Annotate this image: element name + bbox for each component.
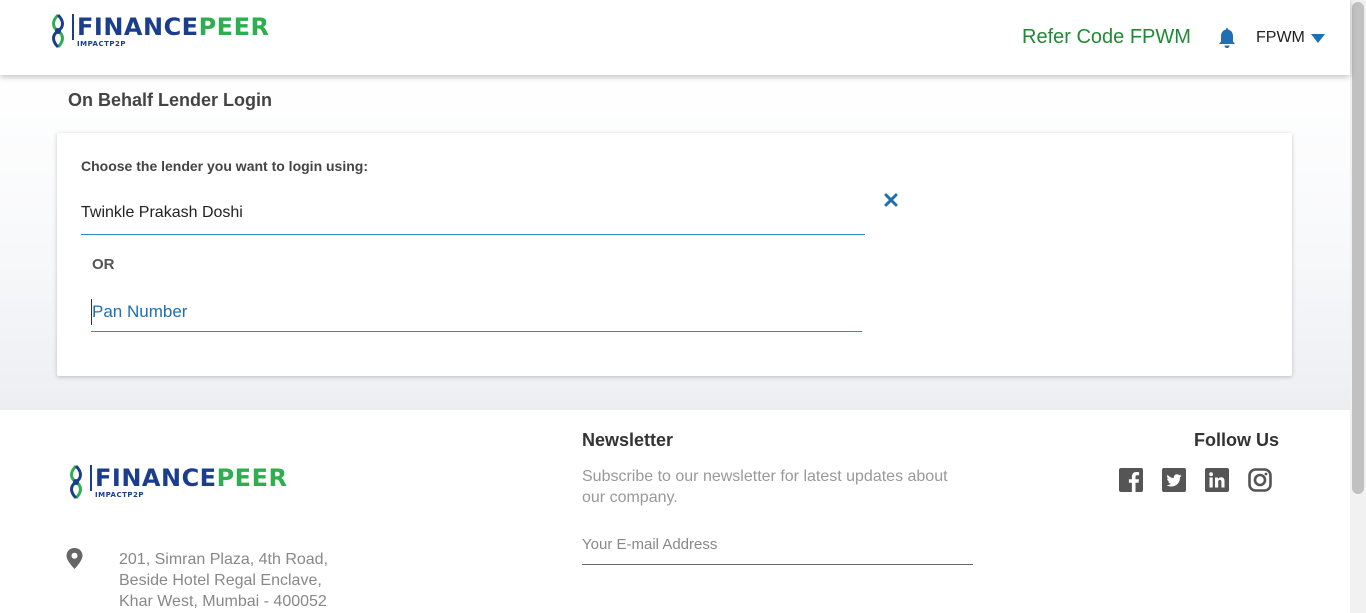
scrollbar-thumb[interactable] [1352,2,1364,494]
footer-logo-text: FINANCEPEER IMPACTP2P [90,465,287,499]
lender-login-card: Choose the lender you want to login usin… [57,133,1292,376]
twitter-icon[interactable] [1162,468,1186,492]
newsletter-title: Newsletter [582,430,674,450]
financepeer-logo[interactable]: FINANCEPEER IMPACTP2P [48,13,269,49]
address-line: Khar West, Mumbai - 400052 [119,593,327,610]
logo-subtitle: IMPACTP2P [77,40,127,48]
logo-word-peer: PEER [198,13,270,41]
footer-logo-subtitle: IMPACTP2P [95,491,145,499]
address-line: 201, Simran Plaza, 4th Road, [119,551,329,568]
user-menu-name[interactable]: FPWM [1256,29,1305,47]
address-line: Beside Hotel Regal Enclave, [119,572,322,589]
pan-number-field[interactable] [91,293,862,332]
top-header: FINANCEPEER IMPACTP2P Refer Code FPWM FP… [0,0,1350,75]
logo-wordmark: FINANCEPEER [72,14,269,40]
lender-select-field[interactable]: Twinkle Prakash Doshi [81,193,865,235]
logo-text: FINANCEPEER IMPACTP2P [72,14,269,48]
close-icon[interactable] [884,193,898,207]
logo-mark-icon [70,464,82,500]
follow-us-title: Follow Us [1194,430,1279,450]
footer-logo-wordmark: FINANCEPEER [90,465,287,491]
or-divider-label: OR [92,256,115,273]
logo-mark-icon [52,13,64,49]
lender-selected-value[interactable]: Twinkle Prakash Doshi [81,204,243,222]
refer-code[interactable]: Refer Code FPWM [1022,26,1191,49]
pan-number-input[interactable] [91,299,862,325]
linkedin-icon[interactable] [1205,468,1229,492]
footer: FINANCEPEER IMPACTP2P 201, Simran Plaza,… [0,410,1350,613]
page-scrollbar[interactable] [1350,0,1366,613]
company-address: 201, Simran Plaza, 4th Road, Beside Hote… [119,549,328,612]
footer-logo-word-finance: FINANCE [95,464,217,492]
choose-lender-label: Choose the lender you want to login usin… [81,158,368,174]
page: FINANCEPEER IMPACTP2P Refer Code FPWM FP… [0,0,1366,613]
facebook-icon[interactable] [1119,468,1143,492]
instagram-icon[interactable] [1248,468,1272,492]
newsletter-email-field[interactable] [582,530,973,565]
footer-logo-word-peer: PEER [216,464,288,492]
bell-icon[interactable] [1217,27,1237,49]
caret-down-icon[interactable] [1311,34,1325,43]
logo-word-finance: FINANCE [77,13,199,41]
newsletter-description: Subscribe to our newsletter for latest u… [582,468,948,506]
newsletter-email-input[interactable] [582,530,973,558]
location-pin-icon [66,548,83,569]
page-title: On Behalf Lender Login [68,90,273,110]
footer-financepeer-logo[interactable]: FINANCEPEER IMPACTP2P [66,464,287,500]
